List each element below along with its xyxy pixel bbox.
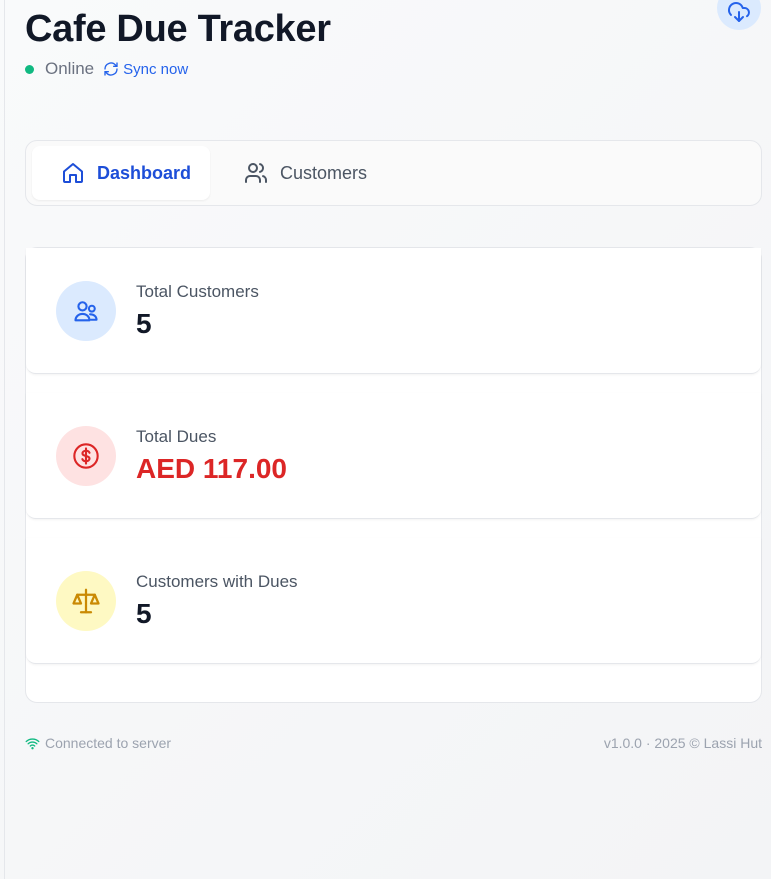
users-icon (245, 163, 267, 183)
stat-label: Total Customers (136, 282, 259, 301)
left-border (4, 0, 5, 879)
version-info: v1.0.0 · 2025 © Lassi Hut (603, 735, 762, 751)
app-title: Cafe Due Tracker (25, 8, 331, 50)
tab-dashboard[interactable]: Dashboard (32, 146, 210, 200)
stat-label: Total Dues (136, 427, 217, 446)
users-icon (74, 301, 98, 322)
stat-total-customers: Total Customers 5 (26, 248, 761, 374)
connection-text: Connected to server (45, 735, 172, 751)
stat-value: 5 (136, 308, 152, 339)
dollar-icon (73, 443, 99, 469)
stat-value: AED 117.00 (136, 453, 287, 484)
stat-customers-with-dues: Customers with Dues 5 (26, 538, 761, 664)
tab-customers[interactable]: Customers (244, 146, 367, 200)
stat-icon-circle (56, 426, 116, 486)
sync-now-button[interactable]: Sync now (103, 61, 188, 78)
connection-status: Online Sync now (25, 58, 188, 80)
download-button[interactable] (717, 0, 761, 30)
stat-label: Customers with Dues (136, 572, 298, 591)
stats-panel: Total Customers 5 Total Dues AED 117.00 … (25, 247, 762, 703)
wifi-icon (25, 737, 40, 749)
stat-icon-circle (56, 281, 116, 341)
tab-bar: Dashboard Customers (25, 140, 762, 206)
status-text: Online (45, 59, 95, 78)
tab-customers-label: Customers (280, 162, 368, 183)
online-indicator (25, 64, 34, 74)
sync-now-label: Sync now (123, 60, 189, 78)
stat-icon-circle (56, 571, 116, 631)
scale-icon (72, 588, 100, 614)
server-connection-status: Connected to server (25, 735, 171, 751)
home-icon (63, 163, 83, 183)
tab-dashboard-label: Dashboard (97, 162, 192, 183)
stat-total-dues: Total Dues AED 117.00 (26, 393, 761, 519)
stat-value: 5 (136, 598, 152, 629)
refresh-icon (104, 62, 118, 76)
cloud-download-icon (728, 2, 750, 22)
